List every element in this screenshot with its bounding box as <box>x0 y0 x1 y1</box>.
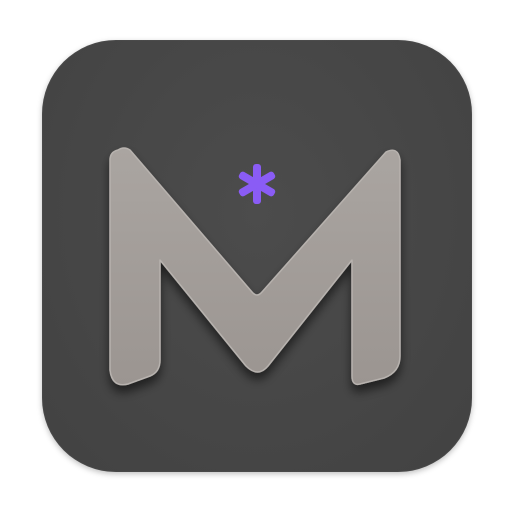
asterisk-icon <box>238 164 276 204</box>
canvas <box>0 0 512 512</box>
logo-graphic <box>109 147 401 386</box>
